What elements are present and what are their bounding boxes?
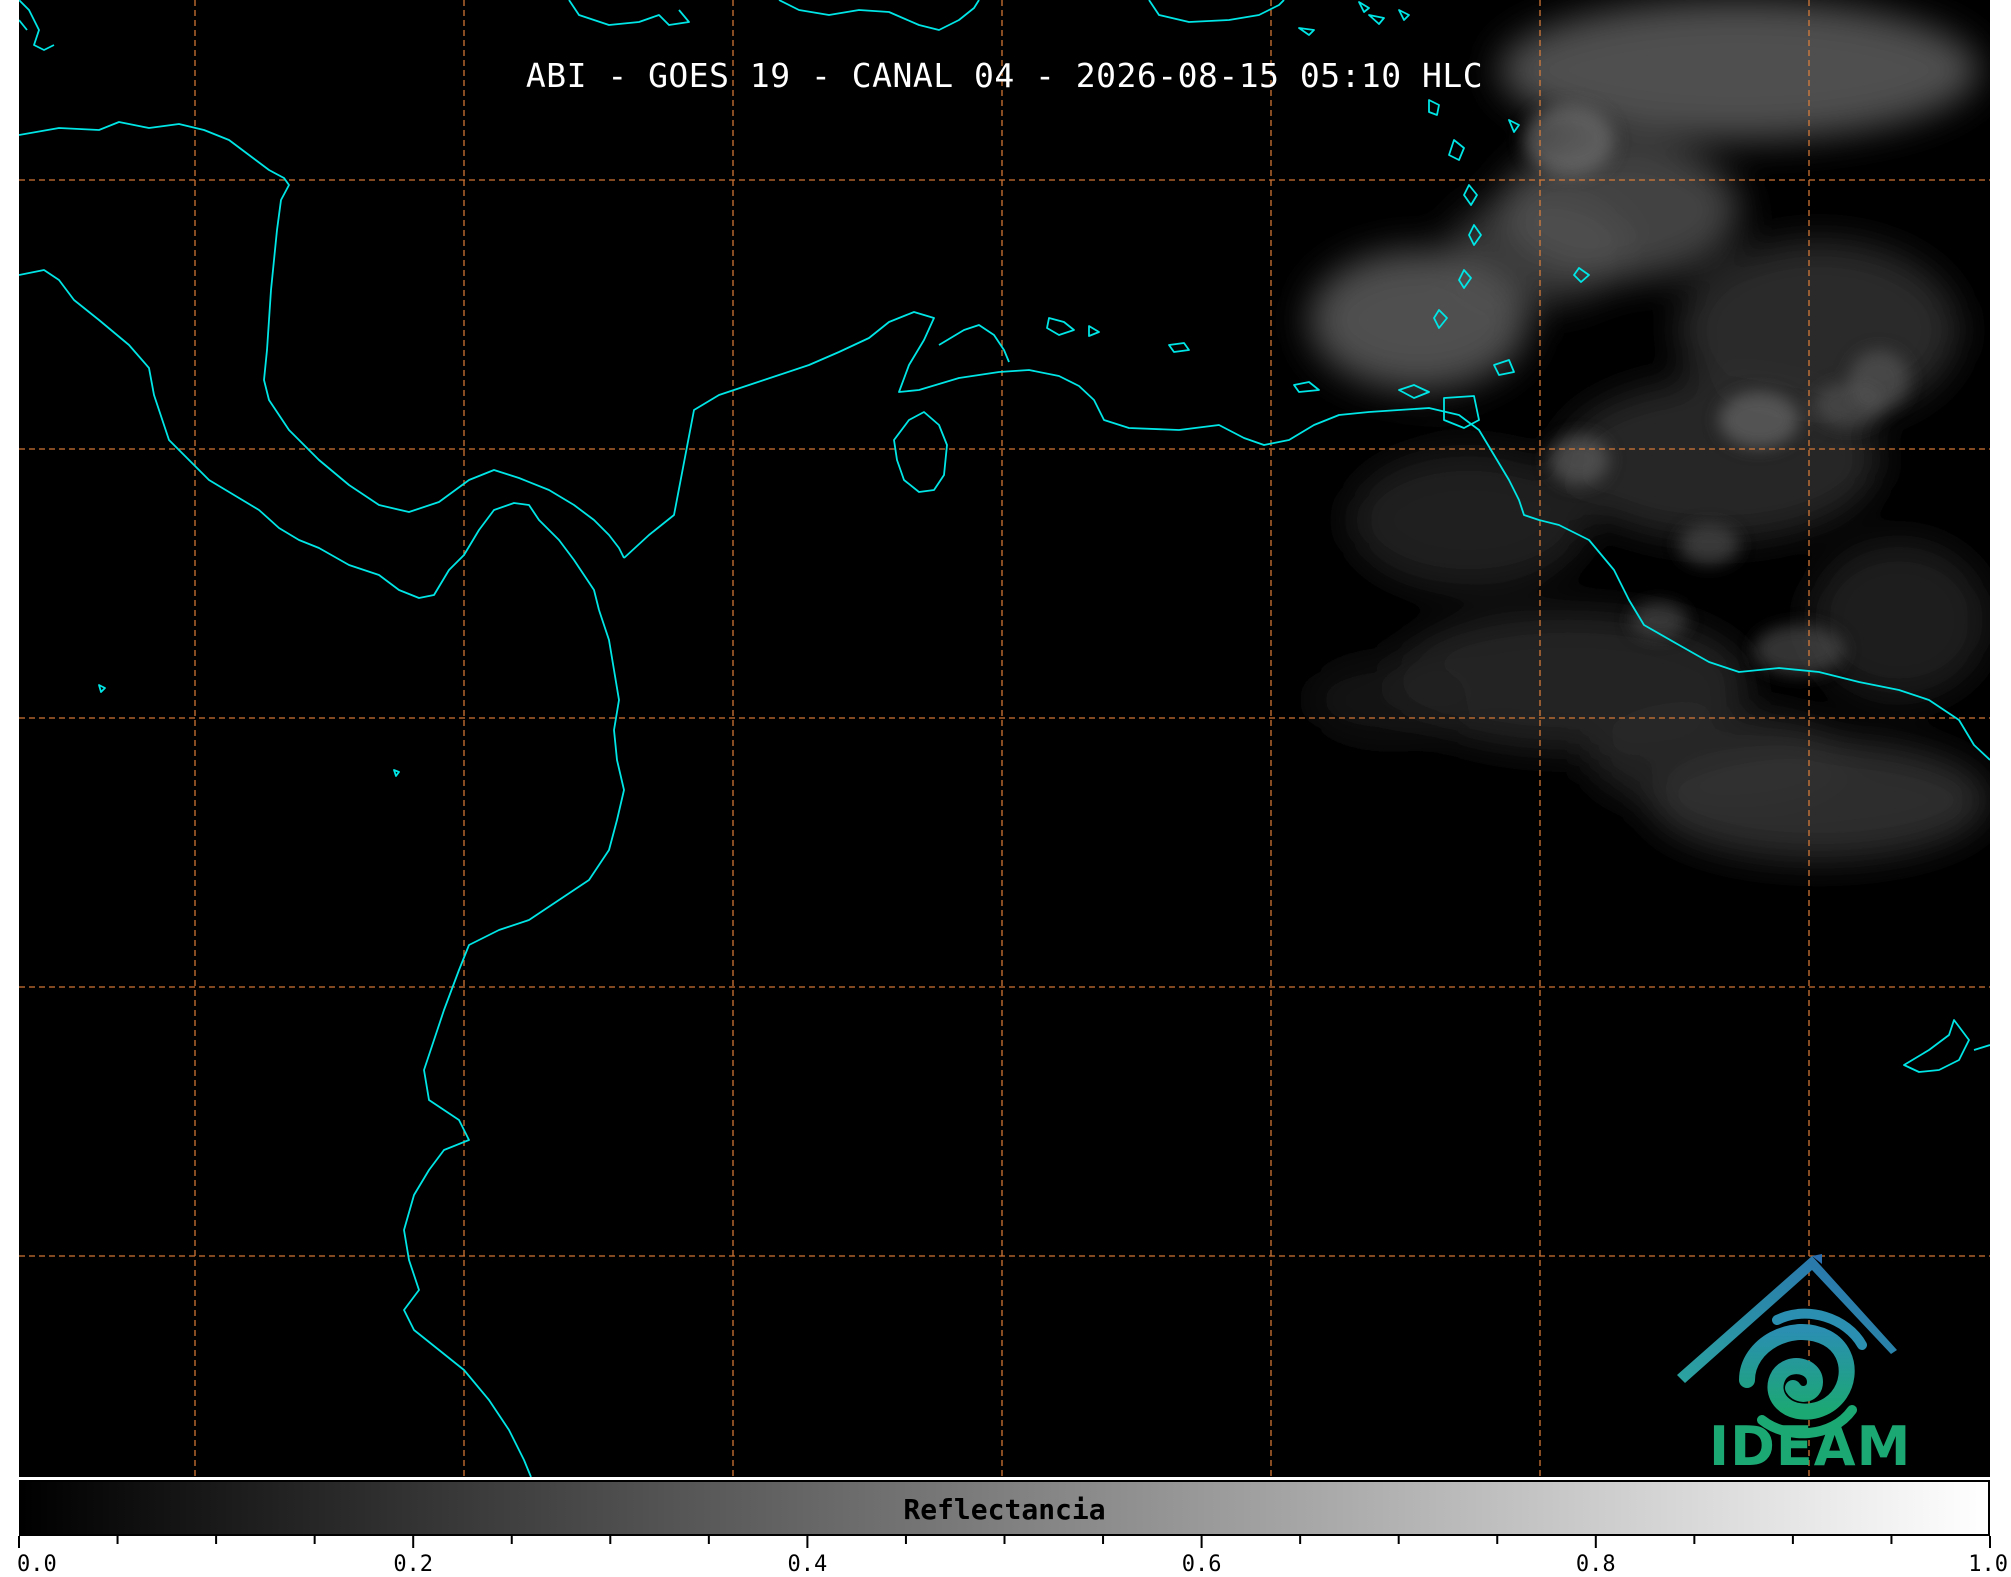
colorbar-ticks	[18, 1536, 1991, 1548]
map-title: ABI - GOES 19 - CANAL 04 - 2026-08-15 05…	[525, 56, 1484, 95]
colorbar-tick-label: 0.6	[1181, 1552, 1222, 1577]
satellite-image-frame: ABI - GOES 19 - CANAL 04 - 2026-08-15 05…	[0, 0, 2011, 1577]
colorbar-label: Reflectancia	[903, 1493, 1106, 1526]
colorbar-tick-label: 0.4	[787, 1552, 828, 1577]
cloud-field	[1309, 0, 1989, 860]
ideam-logo-text: IDEAM	[1709, 1415, 1912, 1477]
colorbar-tick-label: 0.8	[1575, 1552, 1616, 1577]
colorbar-tick-label: 0.2	[393, 1552, 434, 1577]
satellite-map: ABI - GOES 19 - CANAL 04 - 2026-08-15 05…	[19, 0, 1990, 1477]
reflectance-colorbar: Reflectancia	[19, 1480, 1990, 1536]
colorbar-tick-label: 0.0	[17, 1552, 57, 1577]
colorbar-tick-label: 1.0	[1968, 1552, 2008, 1577]
